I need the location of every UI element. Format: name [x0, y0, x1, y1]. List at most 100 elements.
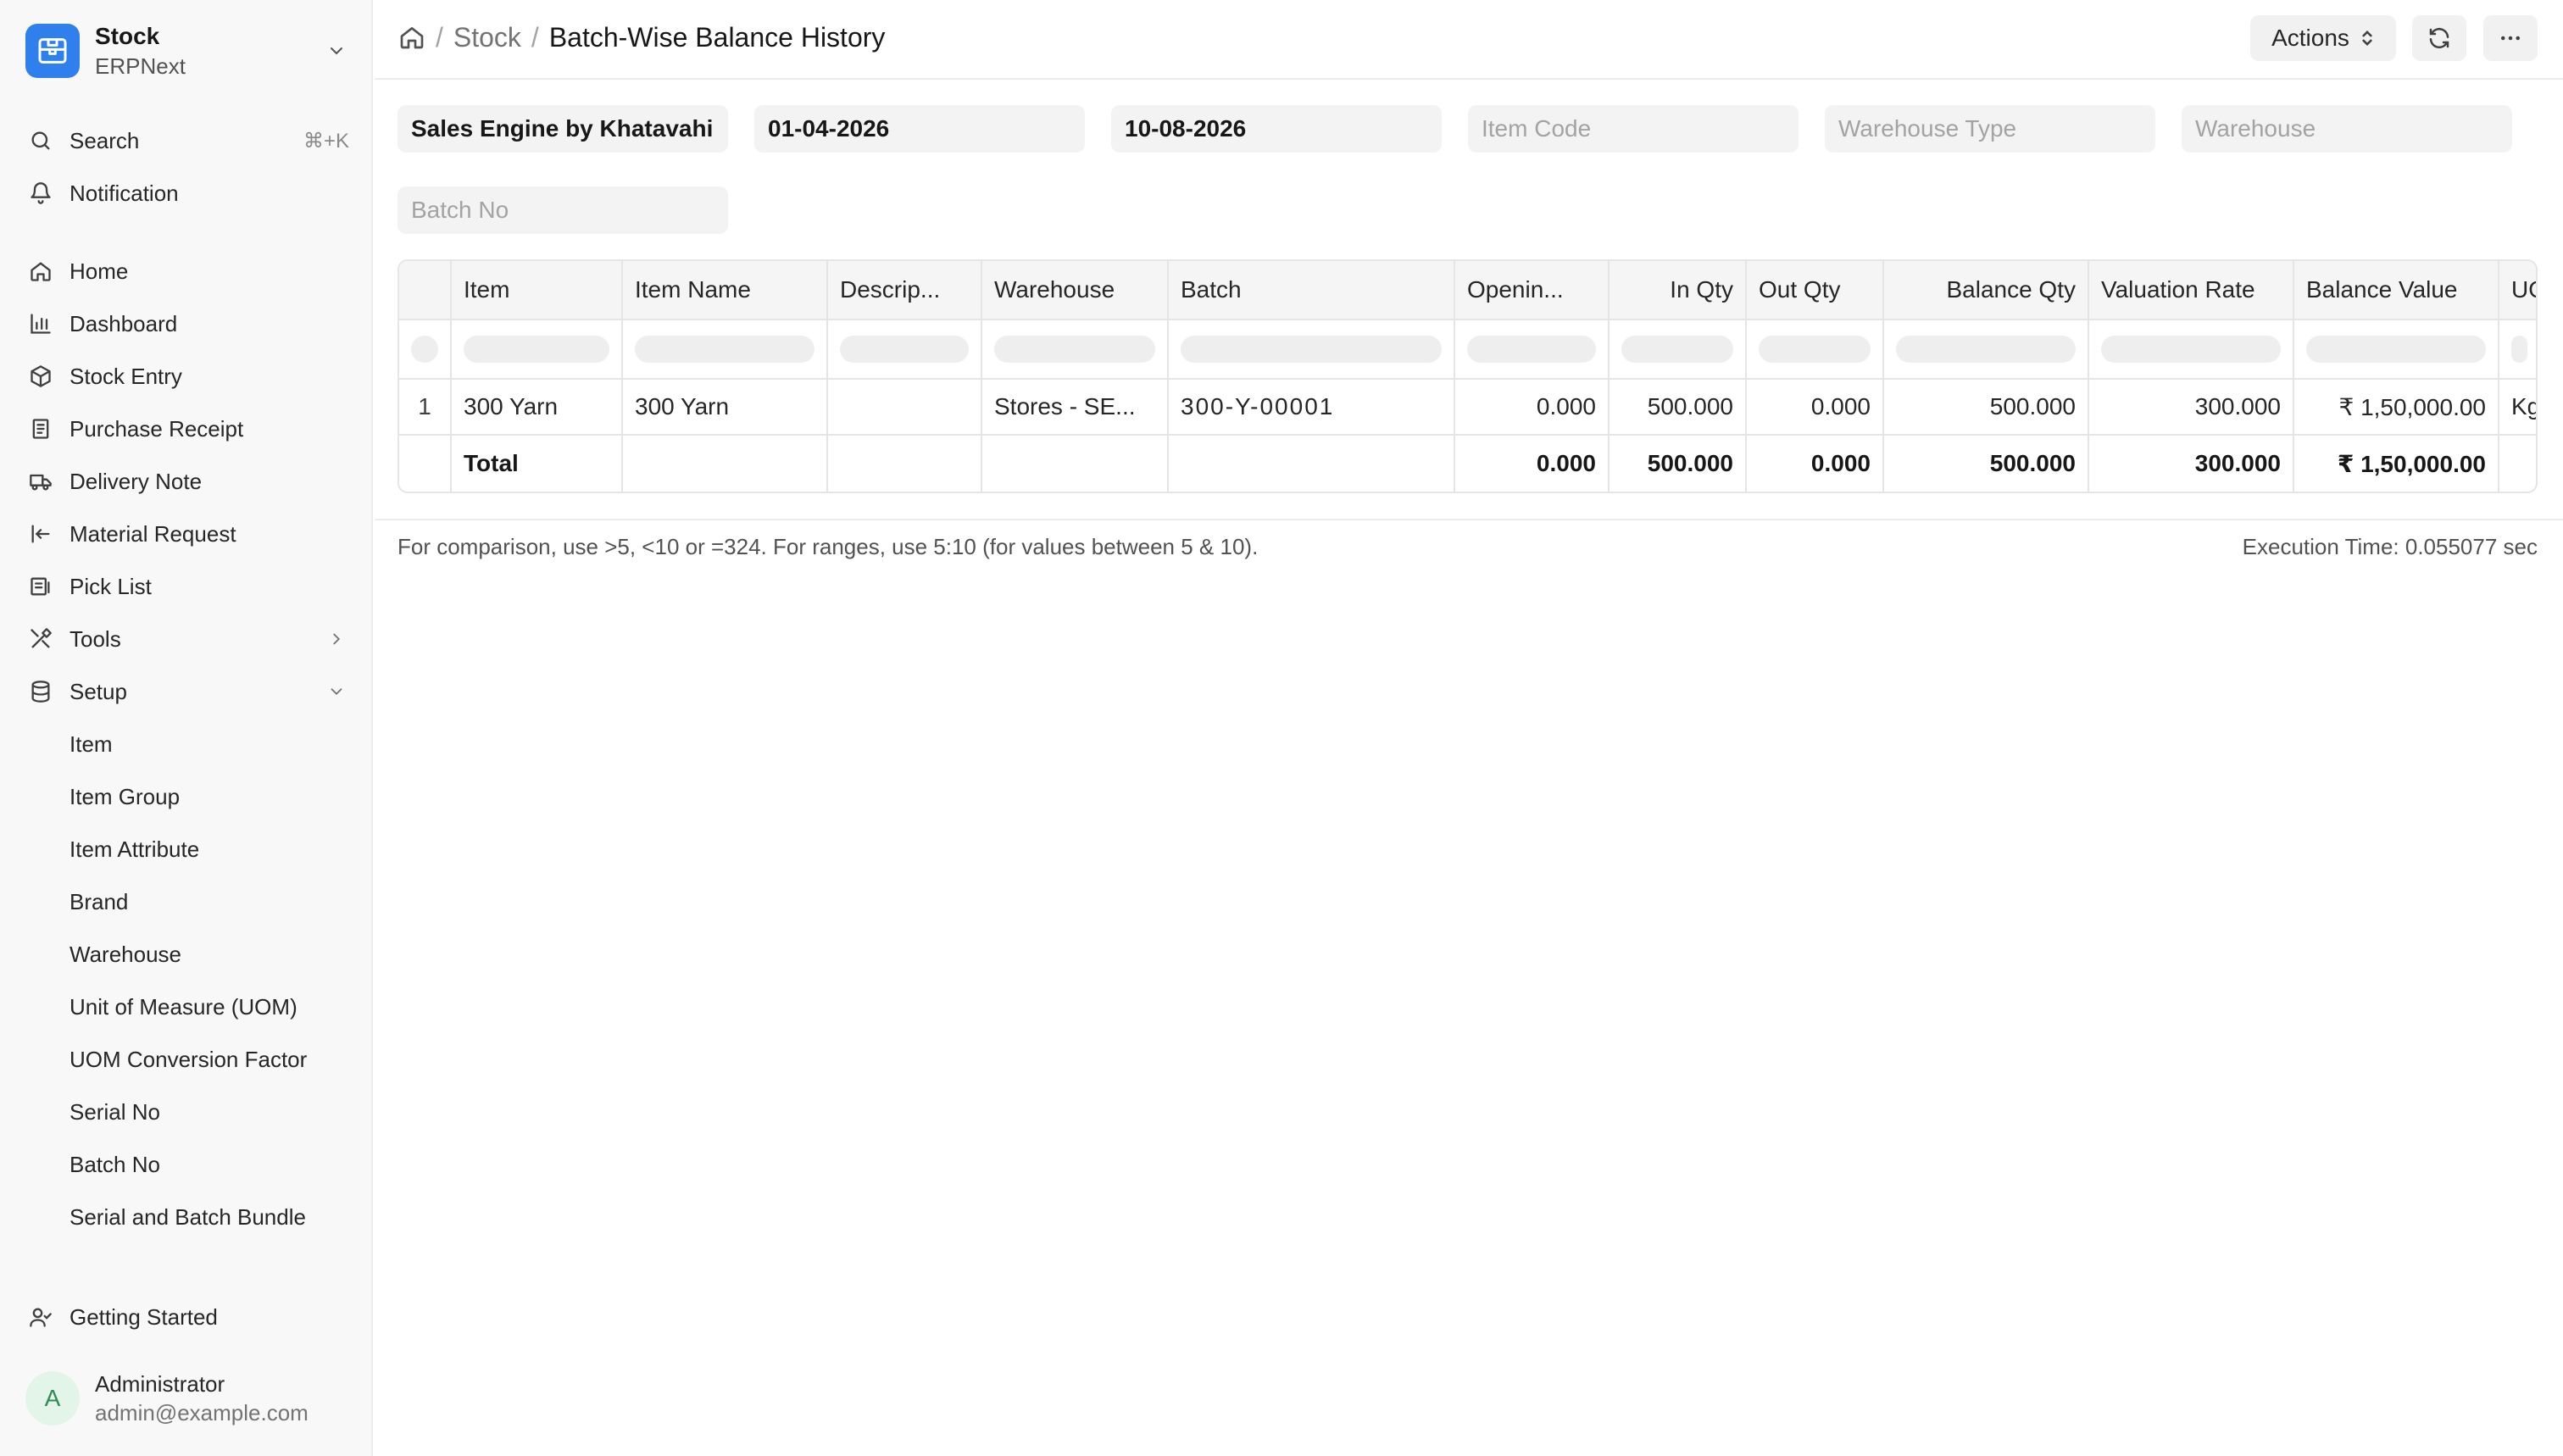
- column-filter-pill: [994, 336, 1155, 363]
- to-date-filter[interactable]: 10-08-2026: [1111, 105, 1442, 153]
- company-filter[interactable]: Sales Engine by Khatavahi: [398, 105, 728, 153]
- cell-item[interactable]: 300 Yarn: [452, 380, 623, 434]
- column-filter-uom[interactable]: [2499, 320, 2536, 378]
- sidebar-item-home[interactable]: Home: [25, 249, 349, 293]
- column-filter-item-name[interactable]: [623, 320, 828, 378]
- column-filter-warehouse[interactable]: [982, 320, 1169, 378]
- filter-help-text: For comparison, use >5, <10 or =324. For…: [398, 534, 1259, 559]
- sidebar-item-pick-list[interactable]: Pick List: [25, 564, 349, 609]
- column-header-valuation-rate[interactable]: Valuation Rate: [2089, 261, 2294, 319]
- receipt-icon: [25, 414, 56, 444]
- column-header-item-name[interactable]: Item Name: [623, 261, 828, 319]
- sidebar-subitem-item[interactable]: Item: [69, 722, 113, 766]
- sidebar-item-label: Purchase Receipt: [69, 415, 244, 442]
- breadcrumb-stock[interactable]: Stock: [453, 22, 521, 53]
- sidebar: Stock ERPNext Search ⌘+K Notification Ho…: [0, 0, 373, 1456]
- more-options-button[interactable]: [2483, 15, 2538, 61]
- cell-item-name[interactable]: 300 Yarn: [623, 380, 828, 434]
- refresh-button[interactable]: [2412, 15, 2466, 61]
- user-name: Administrator: [95, 1371, 225, 1397]
- cell-out-qty[interactable]: 0.000: [1747, 380, 1884, 434]
- column-filter-balance-qty[interactable]: [1884, 320, 2089, 378]
- app-switcher[interactable]: Stock ERPNext: [25, 19, 349, 83]
- sidebar-subitem-uom[interactable]: Unit of Measure (UOM): [69, 985, 297, 1029]
- cell-warehouse[interactable]: Stores - SE...: [982, 380, 1169, 434]
- item-code-filter[interactable]: Item Code: [1468, 105, 1799, 153]
- row-number: 1: [418, 393, 431, 420]
- cell-valuation-rate[interactable]: 300.000: [2089, 380, 2294, 434]
- column-filter-out-qty[interactable]: [1747, 320, 1884, 378]
- column-header-item[interactable]: Item: [452, 261, 623, 319]
- sidebar-subitem-brand[interactable]: Brand: [69, 880, 128, 924]
- cell-description[interactable]: [828, 380, 982, 434]
- sidebar-item-delivery-note[interactable]: Delivery Note: [25, 459, 349, 503]
- home-icon[interactable]: [398, 24, 425, 51]
- actions-label: Actions: [2271, 25, 2349, 51]
- from-date-filter[interactable]: 01-04-2026: [754, 105, 1085, 153]
- cell-in-qty[interactable]: 500.000: [1610, 380, 1747, 434]
- column-filter-valuation-rate[interactable]: [2089, 320, 2294, 378]
- column-filter-pill: [1759, 336, 1871, 363]
- column-header-uom[interactable]: UO: [2499, 261, 2536, 319]
- sidebar-subitem-uom-conversion-factor[interactable]: UOM Conversion Factor: [69, 1037, 307, 1081]
- sidebar-item-dashboard[interactable]: Dashboard: [25, 302, 349, 346]
- sidebar-subitem-serial-no[interactable]: Serial No: [69, 1090, 160, 1134]
- sidebar-search[interactable]: Search ⌘+K: [25, 119, 349, 163]
- user-menu[interactable]: A Administrator admin@example.com: [25, 1366, 349, 1431]
- getting-started-label: Getting Started: [69, 1303, 218, 1330]
- warehouse-type-filter[interactable]: Warehouse Type: [1825, 105, 2155, 153]
- table-row[interactable]: 1 300 Yarn 300 Yarn Stores - SE... 300-Y…: [399, 380, 2536, 436]
- column-header-opening[interactable]: Openin...: [1455, 261, 1610, 319]
- sidebar-item-label: Home: [69, 258, 129, 284]
- sidebar-subitem-batch-no[interactable]: Batch No: [69, 1142, 160, 1186]
- sidebar-item-tools[interactable]: Tools: [25, 617, 349, 661]
- cell-uom[interactable]: Kg: [2499, 380, 2536, 434]
- sidebar-item-material-request[interactable]: Material Request: [25, 512, 349, 556]
- column-header-description[interactable]: Descrip...: [828, 261, 982, 319]
- home-icon: [25, 256, 56, 286]
- column-filter-opening[interactable]: [1455, 320, 1610, 378]
- actions-button[interactable]: Actions: [2250, 15, 2396, 61]
- table-header-row: Item Item Name Descrip... Warehouse Batc…: [399, 261, 2536, 320]
- cell-balance-value[interactable]: ₹ 1,50,000.00: [2294, 380, 2499, 434]
- sidebar-getting-started[interactable]: Getting Started: [25, 1295, 349, 1339]
- sidebar-item-stock-entry[interactable]: Stock Entry: [25, 354, 349, 398]
- sidebar-notification[interactable]: Notification: [25, 171, 349, 215]
- column-filter-pill: [2101, 336, 2281, 363]
- sidebar-subitem-warehouse[interactable]: Warehouse: [69, 932, 181, 976]
- sidebar-subitem-serial-and-batch-bundle[interactable]: Serial and Batch Bundle: [69, 1195, 306, 1239]
- total-balance-qty: 500.000: [1884, 436, 2089, 492]
- warehouse-filter[interactable]: Warehouse: [2182, 105, 2512, 153]
- total-batch: [1169, 436, 1455, 492]
- column-filter-in-qty[interactable]: [1610, 320, 1747, 378]
- total-warehouse: [982, 436, 1169, 492]
- column-header-batch[interactable]: Batch: [1169, 261, 1455, 319]
- cell-balance-qty[interactable]: 500.000: [1884, 380, 2089, 434]
- column-filter-balance-value[interactable]: [2294, 320, 2499, 378]
- batch-no-filter[interactable]: Batch No: [398, 186, 728, 234]
- column-filter-description[interactable]: [828, 320, 982, 378]
- column-filter-item[interactable]: [452, 320, 623, 378]
- row-index-header: [399, 261, 452, 319]
- page-title: Batch-Wise Balance History: [548, 21, 886, 53]
- column-header-warehouse[interactable]: Warehouse: [982, 261, 1169, 319]
- sidebar-item-label: Tools: [69, 625, 121, 652]
- sidebar-item-purchase-receipt[interactable]: Purchase Receipt: [25, 407, 349, 451]
- cell-opening[interactable]: 0.000: [1455, 380, 1610, 434]
- breadcrumb: / Stock / Batch-Wise Balance History: [398, 19, 885, 56]
- column-header-balance-qty[interactable]: Balance Qty: [1884, 261, 2089, 319]
- sidebar-subitem-item-attribute[interactable]: Item Attribute: [69, 827, 199, 871]
- sidebar-item-setup[interactable]: Setup: [25, 670, 349, 714]
- footer-divider: [375, 519, 2563, 520]
- column-header-balance-value[interactable]: Balance Value: [2294, 261, 2499, 319]
- sidebar-subitem-item-group[interactable]: Item Group: [69, 775, 180, 819]
- column-header-in-qty[interactable]: In Qty: [1610, 261, 1747, 319]
- stock-app-logo-icon: [25, 24, 80, 78]
- search-label: Search: [69, 127, 140, 153]
- cell-batch[interactable]: 300-Y-00001: [1169, 380, 1455, 434]
- column-filter-pill: [1896, 336, 2076, 363]
- column-filter-batch[interactable]: [1169, 320, 1455, 378]
- list-icon: [25, 571, 56, 602]
- column-header-out-qty[interactable]: Out Qty: [1747, 261, 1884, 319]
- avatar: A: [25, 1371, 80, 1425]
